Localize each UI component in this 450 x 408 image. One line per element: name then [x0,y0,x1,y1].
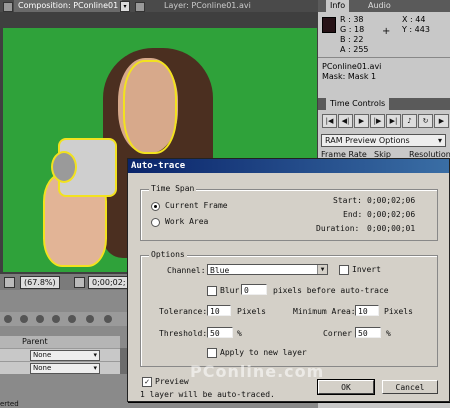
tool-icon[interactable] [4,315,12,323]
ram-preview-select[interactable]: RAM Preview Options [321,134,446,147]
work-area-radio[interactable] [151,218,160,227]
current-frame-label[interactable]: Current Frame [165,201,228,210]
tab-composition[interactable]: Composition: PConline01 [14,0,123,12]
duration-label: Duration: [316,224,360,233]
preview-label[interactable]: Preview [155,377,189,386]
blur-input[interactable]: 0 [241,284,267,295]
x-coordinate: X : 44 [402,15,426,24]
threshold-label: Threshold: [159,329,208,338]
channel-value: Blue [210,266,230,275]
alpha-value: A : 255 [340,45,369,54]
time-span-group: Time Span Current Frame Work Area Start:… [140,184,438,241]
tab-info[interactable]: Info [326,0,350,12]
tool-icon[interactable] [104,315,112,323]
ok-button[interactable]: OK [317,379,375,395]
timecode-display[interactable]: 0;00;02; [88,276,130,289]
next-frame-icon[interactable]: |▶ [370,114,385,128]
tab-time-controls[interactable]: Time Controls [326,98,390,110]
table-row[interactable]: None [0,361,120,374]
minimum-area-label: Minimum Area: [293,307,356,316]
table-row[interactable]: None [0,348,120,361]
chevron-down-icon[interactable]: ▾ [120,1,130,12]
tolerance-label: Tolerance: [159,307,208,316]
playback-controls: |◀ ◀| ▶ |▶ ▶| ♪ ↻ ▶ [318,111,450,129]
pencil-icon[interactable] [68,315,76,323]
corner-unit: % [386,329,391,338]
composition-icon [3,2,13,12]
info-filename: PConline01.avi [322,62,382,71]
tolerance-input[interactable]: 10 [207,305,231,316]
timeline-column-header: Parent [0,336,120,348]
threshold-input[interactable]: 50 [207,327,233,338]
end-label: End: [343,210,363,219]
color-swatch [322,17,336,33]
time-span-legend: Time Span [149,184,197,193]
current-frame-radio[interactable] [151,202,160,211]
audio-icon[interactable]: ♪ [402,114,417,128]
duration-value: 0;00;00;01 [367,224,416,233]
zoom-select[interactable]: (67.8%) [20,276,60,289]
minimum-area-unit: Pixels [384,307,413,316]
work-area-label[interactable]: Work Area [165,217,208,226]
tool-icon[interactable] [36,315,44,323]
red-value: R : 38 [340,15,364,24]
dialog-title: Auto-trace [128,159,449,173]
options-legend: Options [149,250,187,259]
corner-input[interactable]: 50 [355,327,381,338]
loop-icon[interactable]: ↻ [418,114,433,128]
tool-icon[interactable] [86,315,94,323]
time-controls-tab-bar: Time Controls [318,98,450,110]
corner-label: Corner [323,329,352,338]
parent-header: Parent [22,337,48,346]
channel-label: Channel: [167,266,206,275]
chevron-down-icon: ▼ [317,265,327,274]
info-mask: Mask: Mask 1 [322,72,377,81]
threshold-unit: % [237,329,242,338]
magnify-icon[interactable] [4,277,15,288]
info-tab-bar: Info Audio [318,0,450,12]
apply-new-layer-checkbox[interactable] [207,348,217,358]
options-group: Options Channel: Blue ▼ Invert Blur 0 pi… [140,250,438,367]
blur-suffix: pixels before auto-trace [273,286,389,295]
play-icon[interactable]: ▶ [354,114,369,128]
mask-outline [123,60,177,154]
start-label: Start: [333,196,362,205]
status-message: 1 layer will be auto-traced. [140,390,275,399]
watermark-text: PConline.com [190,362,325,381]
y-coordinate: Y : 443 [402,25,430,34]
tab-layer[interactable]: Layer: PConline01.avi [160,0,255,12]
camera-lens-shape [51,151,77,183]
composition-tab-bar: Composition: PConline01 ▾ Layer: PConlin… [0,0,318,12]
parent-select[interactable]: None [30,363,100,374]
apply-new-layer-label[interactable]: Apply to new layer [220,348,307,357]
camera-icon[interactable] [74,277,85,288]
end-value: 0;00;02;06 [367,210,416,219]
tool-icon[interactable] [52,315,60,323]
parent-select[interactable]: None [30,350,100,361]
tab-audio[interactable]: Audio [364,0,395,12]
blur-checkbox[interactable] [207,286,217,296]
tolerance-unit: Pixels [237,307,266,316]
preview-checkbox[interactable]: ✓ [142,377,152,387]
cancel-button[interactable]: Cancel [382,380,438,394]
minimum-area-input[interactable]: 10 [355,305,379,316]
invert-label[interactable]: Invert [352,265,381,274]
prev-frame-icon[interactable]: ◀| [338,114,353,128]
blue-value: B : 22 [340,35,364,44]
channel-select[interactable]: Blue ▼ [207,264,328,275]
invert-checkbox[interactable] [339,265,349,275]
first-frame-icon[interactable]: |◀ [322,114,337,128]
divider [318,57,450,58]
start-value: 0;00;02;06 [367,196,416,205]
green-value: G : 18 [340,25,365,34]
blur-label[interactable]: Blur [220,286,239,295]
tool-icon[interactable] [20,315,28,323]
status-text: erted [0,400,19,408]
crosshair-icon: + [382,26,391,37]
ram-preview-icon[interactable]: ▶ [434,114,449,128]
close-icon[interactable] [135,2,145,12]
last-frame-icon[interactable]: ▶| [386,114,401,128]
